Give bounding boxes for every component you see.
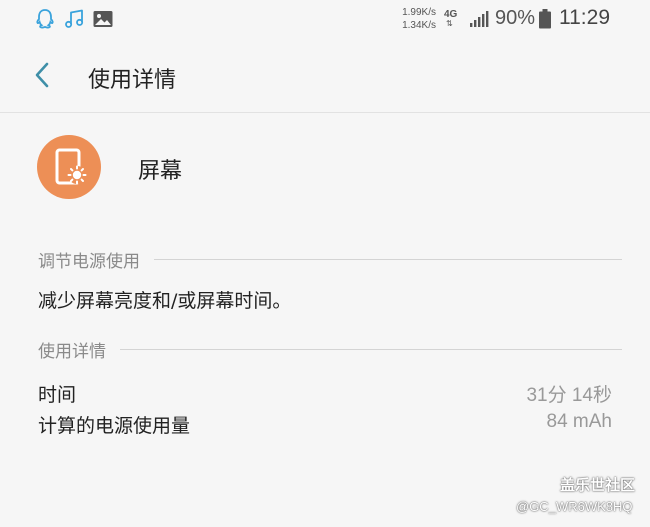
network-speed: 1.99K/s 1.34K/s xyxy=(388,6,436,32)
detail-label: 计算的电源使用量 xyxy=(38,415,191,437)
battery-percent: 90% xyxy=(495,7,536,29)
section-divider xyxy=(120,348,622,350)
battery-icon xyxy=(538,9,552,33)
watermark-user: @GC_WR6WK8HQ xyxy=(516,499,633,514)
watermark-title: 盖乐世社区 xyxy=(560,476,636,494)
screen-brightness-icon xyxy=(55,148,87,185)
signal-strength-icon xyxy=(469,10,489,32)
net-speed-up: 1.34K/s xyxy=(402,20,436,31)
back-button[interactable] xyxy=(26,58,60,92)
page-title: 使用详情 xyxy=(88,68,177,93)
power-section-title: 调节电源使用 xyxy=(38,251,140,272)
power-tip: 减少屏幕亮度和/或屏幕时间。 xyxy=(38,290,292,312)
section-divider xyxy=(154,258,622,260)
detail-row-time: 时间 31分 14秒 xyxy=(38,380,612,406)
net-speed-down: 1.99K/s xyxy=(402,7,436,18)
app-name: 屏幕 xyxy=(138,159,183,184)
qq-icon xyxy=(34,8,56,30)
detail-label: 时间 xyxy=(38,384,77,406)
image-icon xyxy=(92,8,114,30)
app-icon xyxy=(37,135,101,199)
data-activity-icon: ⇅ xyxy=(446,19,453,28)
chevron-left-icon xyxy=(35,62,49,88)
music-note-icon xyxy=(63,8,85,30)
status-bar: 1.99K/s 1.34K/s 4G ⇅ 90% 11:29 xyxy=(0,0,650,40)
detail-value: 31分 14秒 xyxy=(526,385,612,406)
detail-row-power: 计算的电源使用量 84 mAh xyxy=(38,411,612,437)
detail-value: 84 mAh xyxy=(546,411,612,432)
detail-section-title: 使用详情 xyxy=(38,341,106,362)
power-section-header: 调节电源使用 xyxy=(38,247,622,272)
detail-section-header: 使用详情 xyxy=(38,337,622,362)
app-header: 使用详情 xyxy=(0,40,650,113)
status-clock: 11:29 xyxy=(559,6,610,29)
